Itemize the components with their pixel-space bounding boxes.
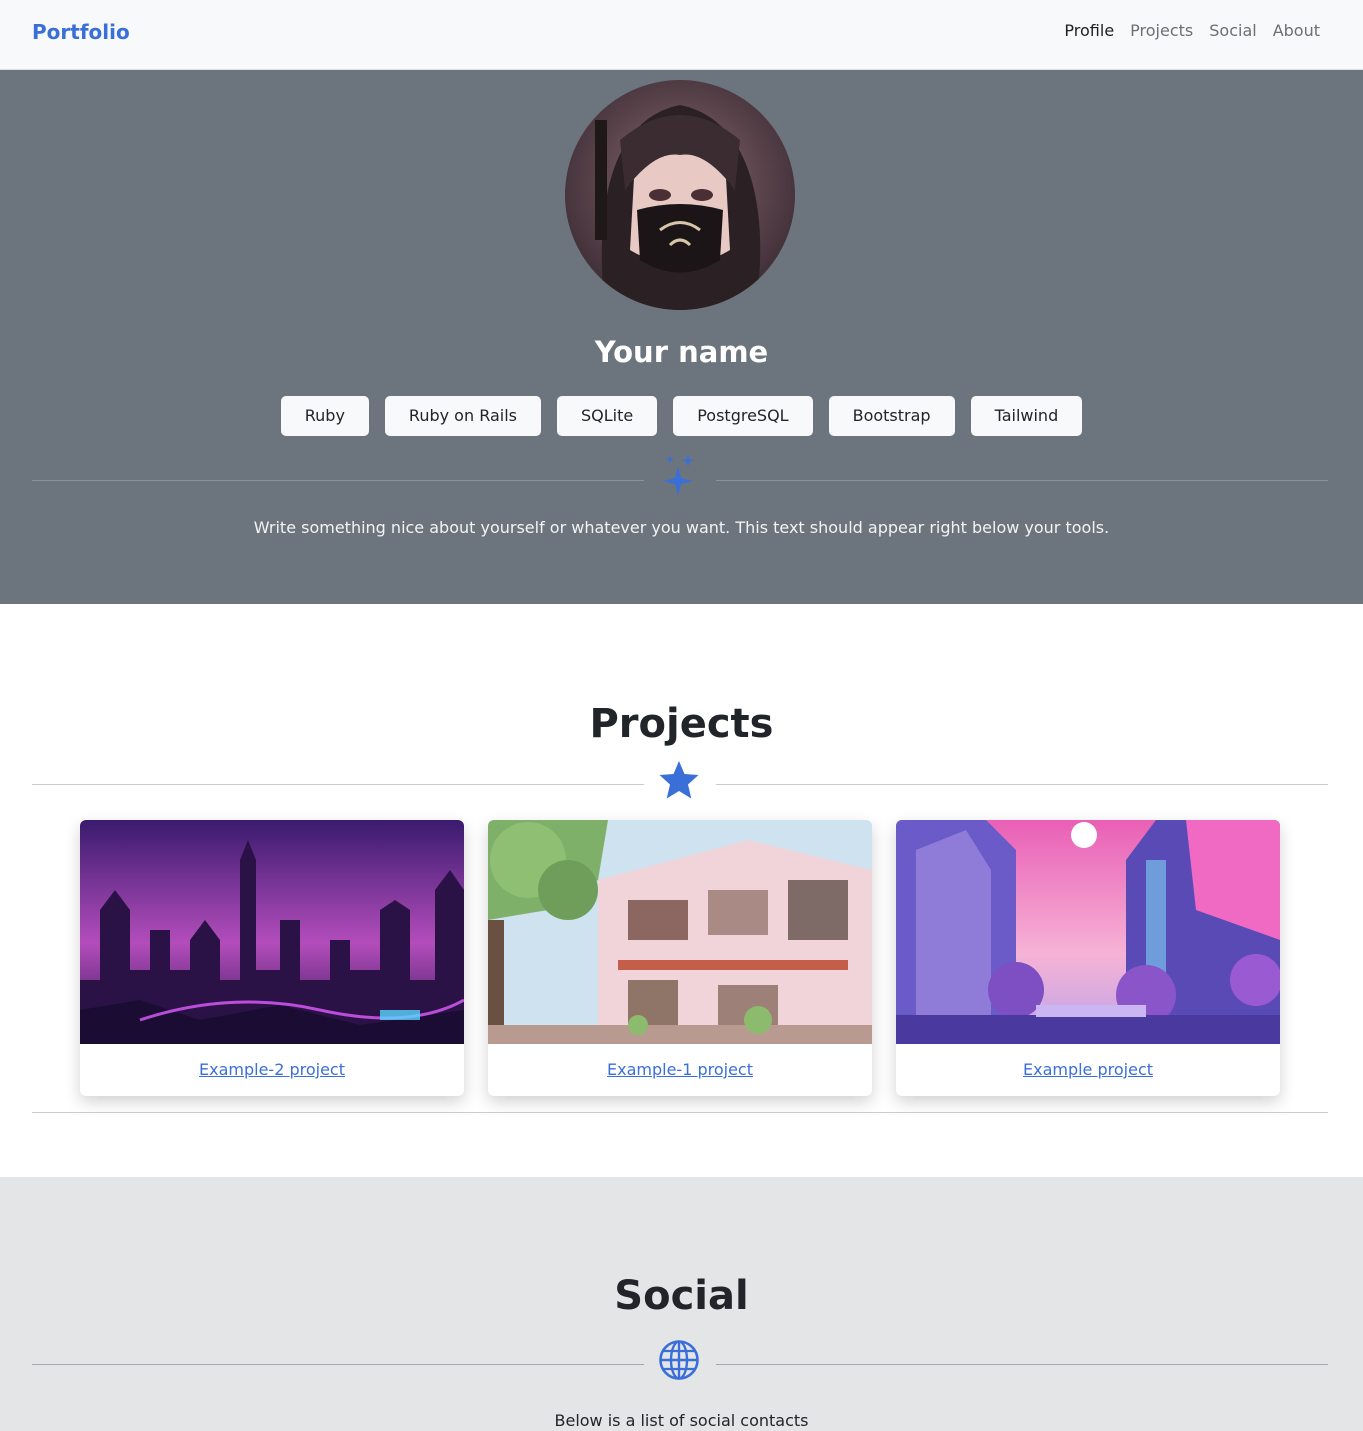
tool-button-ruby[interactable]: Ruby	[280, 396, 369, 436]
hero-name: Your name	[594, 335, 769, 369]
tool-button-ruby-on-rails[interactable]: Ruby on Rails	[384, 396, 541, 436]
tool-button-sqlite[interactable]: SQLite	[556, 396, 658, 436]
nav-link-profile[interactable]: Profile	[1064, 21, 1114, 40]
project-link[interactable]: Example project	[896, 1060, 1280, 1079]
projects-bottom-divider	[32, 1112, 1328, 1113]
hero-section: Your name Ruby Ruby on Rails SQLite Post…	[0, 70, 1363, 604]
neon-city-image[interactable]	[80, 820, 464, 1044]
projects-section: Projects Example-2 project Example-1 pro…	[0, 604, 1363, 1177]
avatar	[565, 80, 795, 310]
project-card: Example-2 project	[80, 820, 464, 1096]
social-section: Social Below is a list of social contact…	[0, 1177, 1363, 1431]
social-title: Social	[614, 1273, 749, 1319]
projects-divider-left	[32, 784, 644, 785]
tool-button-tailwind[interactable]: Tailwind	[970, 396, 1083, 436]
hero-description: Write something nice about yourself or w…	[253, 518, 1110, 537]
project-card: Example project	[896, 820, 1280, 1096]
brand-link[interactable]: Portfolio	[32, 20, 130, 44]
social-description: Below is a list of social contacts	[554, 1411, 809, 1430]
tools-list: Ruby Ruby on Rails SQLite PostgreSQL Boo…	[0, 396, 1363, 436]
pink-city-image[interactable]	[896, 820, 1280, 1044]
hero-divider-left	[32, 480, 644, 481]
projects-divider-right	[716, 784, 1328, 785]
social-divider-left	[32, 1364, 644, 1365]
projects-title: Projects	[589, 701, 774, 747]
nav-link-social[interactable]: Social	[1209, 21, 1256, 40]
tool-button-postgresql[interactable]: PostgreSQL	[673, 396, 813, 436]
star-icon	[659, 761, 699, 799]
avatar-portrait-image	[565, 80, 795, 310]
anime-street-image[interactable]	[488, 820, 872, 1044]
tool-button-bootstrap[interactable]: Bootstrap	[828, 396, 955, 436]
globe-icon	[659, 1340, 699, 1380]
project-link[interactable]: Example-2 project	[80, 1060, 464, 1079]
navbar: Portfolio Profile Projects Social About	[0, 0, 1363, 70]
nav-link-projects[interactable]: Projects	[1130, 21, 1193, 40]
project-link[interactable]: Example-1 project	[488, 1060, 872, 1079]
nav-link-about[interactable]: About	[1273, 21, 1320, 40]
nav-links: Profile Projects Social About	[1064, 21, 1320, 40]
hero-divider-right	[716, 480, 1328, 481]
sparkles-icon	[663, 454, 694, 496]
project-card: Example-1 project	[488, 820, 872, 1096]
social-divider-right	[716, 1364, 1328, 1365]
